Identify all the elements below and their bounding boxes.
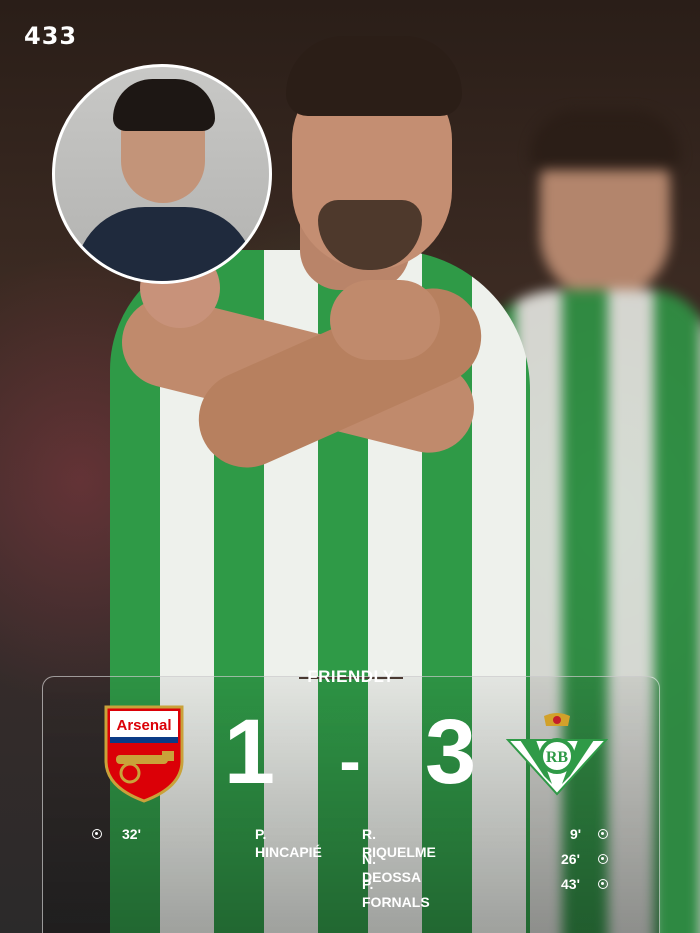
score-separator: - bbox=[339, 725, 361, 797]
away-goal-scorer: R. RIQUELME bbox=[362, 826, 436, 860]
football-icon bbox=[598, 854, 608, 864]
away-goal-minute: 26' bbox=[561, 851, 580, 867]
football-icon bbox=[598, 879, 608, 889]
away-score: 3 bbox=[424, 701, 477, 803]
football-icon bbox=[598, 829, 608, 839]
match-result-graphic: 433 FRIENDLY Arsenal RB 1 - 3 32' P. HIN… bbox=[0, 0, 700, 933]
away-goal-event bbox=[598, 875, 608, 893]
brand-logo: 433 bbox=[24, 22, 78, 50]
away-goal-event bbox=[598, 850, 608, 868]
away-goal-scorer: P. FORNALS bbox=[362, 876, 430, 910]
away-goal-minute: 43' bbox=[561, 876, 580, 892]
competition-label: FRIENDLY bbox=[307, 667, 395, 686]
home-goal-minute: 32' bbox=[122, 826, 141, 842]
manager-inset-photo bbox=[52, 64, 272, 284]
home-score: 1 bbox=[223, 701, 276, 803]
home-goal-scorer: P. HINCAPIÉ bbox=[255, 826, 322, 860]
away-goal-event bbox=[598, 825, 608, 843]
football-icon bbox=[92, 829, 102, 839]
away-goal-scorer: N. DEOSSA bbox=[362, 851, 422, 885]
scoreline: 1 - 3 bbox=[0, 706, 700, 807]
away-goal-minute: 9' bbox=[570, 826, 582, 842]
home-goal-event bbox=[92, 825, 102, 843]
